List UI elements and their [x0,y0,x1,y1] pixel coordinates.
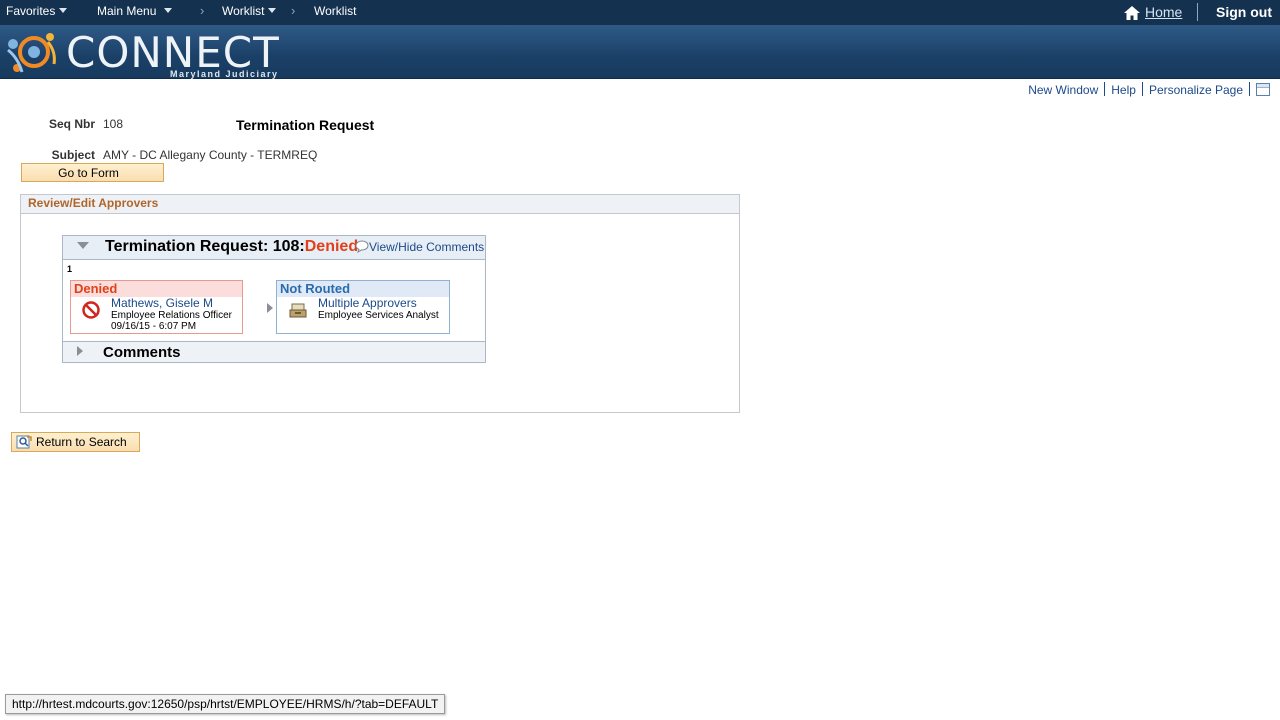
view-hide-comments-link[interactable]: View/Hide Comments [355,240,484,254]
return-to-search-button[interactable]: Return to Search [11,432,140,452]
grid-icon[interactable] [1256,83,1270,96]
approval-header: Termination Request: 108:Denied View/Hid… [63,236,485,260]
chevron-down-icon [59,8,68,13]
new-window-link[interactable]: New Window [1028,83,1098,97]
seq-nbr-value: 108 [103,117,124,131]
sign-out-link[interactable]: Sign out [1216,4,1272,20]
approver-step-denied: Denied Mathews, Gisele M Employee Relati… [70,280,243,334]
return-to-search-label: Return to Search [36,435,127,449]
approval-title-text: Termination Request: 108: [105,238,305,255]
top-navigation-bar: Favorites Main Menu › Worklist › Worklis… [0,0,1280,25]
help-link[interactable]: Help [1111,83,1136,97]
header-banner: CONNECT Maryland Judiciary [0,25,1280,79]
search-return-icon [16,435,32,449]
seq-nbr-label: Seq Nbr [48,117,95,131]
worklist-menu-label: Worklist [222,4,265,18]
collapse-triangle-icon[interactable] [77,242,89,249]
home-icon[interactable] [1124,6,1140,20]
personalize-page-link[interactable]: Personalize Page [1149,83,1243,97]
step-status: Not Routed [277,281,449,297]
approval-title: Termination Request: 108:Denied [105,238,358,256]
link-divider [1104,82,1106,96]
favorites-menu[interactable]: Favorites [6,4,68,18]
approval-timestamp: 09/16/15 - 6:07 PM [111,321,197,332]
expand-triangle-icon[interactable] [77,346,83,356]
approval-status: Denied [304,238,359,255]
speech-bubble-icon [355,240,369,254]
home-link[interactable]: Home [1145,4,1182,20]
view-hide-comments-label: View/Hide Comments [369,240,485,254]
main-menu-label: Main Menu [97,4,157,18]
group-title: Review/Edit Approvers [21,195,739,214]
nav-divider [1197,3,1198,21]
subject-label: Subject [51,148,95,162]
approver-role: Employee Relations Officer [111,310,232,321]
comments-section[interactable]: Comments [63,341,485,362]
step-arrow-icon [267,303,273,313]
breadcrumb-worklist[interactable]: Worklist [314,4,356,18]
approver-role: Employee Services Analyst [318,310,439,321]
subject-value: AMY - DC Allegany County - TERMREQ [103,148,318,162]
approval-panel: Termination Request: 108:Denied View/Hid… [62,235,486,363]
pending-inbox-icon [289,303,307,318]
favorites-label: Favorites [6,4,56,18]
approver-step-not-routed: Not Routed Multiple Approvers Employee S… [276,280,450,334]
worklist-menu[interactable]: Worklist [222,4,277,18]
breadcrumb-separator-icon: › [291,3,296,18]
connect-logo-icon [7,33,56,73]
chevron-down-icon [268,8,277,13]
link-divider [1249,82,1250,96]
link-divider [1141,82,1143,96]
denied-icon [82,301,100,319]
brand-tagline: Maryland Judiciary [170,69,279,79]
approver-name-link[interactable]: Multiple Approvers [318,296,417,310]
step-status: Denied [71,281,242,297]
step-number: 1 [67,264,73,274]
breadcrumb-separator-icon: › [200,3,205,18]
comments-label: Comments [103,344,181,361]
go-to-form-button[interactable]: Go to Form [21,163,164,182]
page-title: Termination Request [236,117,375,133]
approver-name-link[interactable]: Mathews, Gisele M [111,296,213,310]
chevron-down-icon [164,8,173,13]
browser-status-url: http://hrtest.mdcourts.gov:12650/psp/hrt… [5,694,446,714]
page-links: New Window Help Personalize Page [1028,82,1270,97]
main-menu[interactable]: Main Menu [97,4,173,18]
